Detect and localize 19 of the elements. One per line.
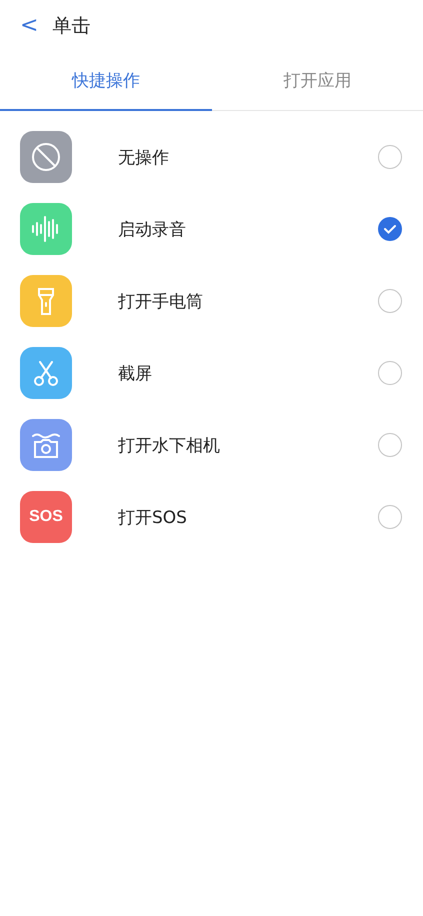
radio-button[interactable] xyxy=(378,289,402,313)
option-label: 无操作 xyxy=(118,146,170,168)
tab[interactable]: 打开应用 xyxy=(212,52,423,111)
sos-icon: SOS xyxy=(29,508,63,526)
option-label: 启动录音 xyxy=(118,218,187,240)
radio-button[interactable] xyxy=(378,145,402,169)
back-button[interactable]: < xyxy=(20,15,38,37)
option-label: 截屏 xyxy=(118,362,153,384)
option-label: 打开SOS xyxy=(118,506,188,528)
tab[interactable]: 快捷操作 xyxy=(0,52,212,111)
check-icon xyxy=(383,222,397,236)
radio-button[interactable] xyxy=(378,433,402,457)
radio-button[interactable] xyxy=(378,505,402,529)
radio-button[interactable] xyxy=(378,217,402,241)
option-label: 打开手电筒 xyxy=(118,290,204,312)
page-title: 单击 xyxy=(52,14,90,39)
option-label: 打开水下相机 xyxy=(118,434,221,456)
radio-button[interactable] xyxy=(378,361,402,385)
prohibited-icon xyxy=(29,140,63,174)
